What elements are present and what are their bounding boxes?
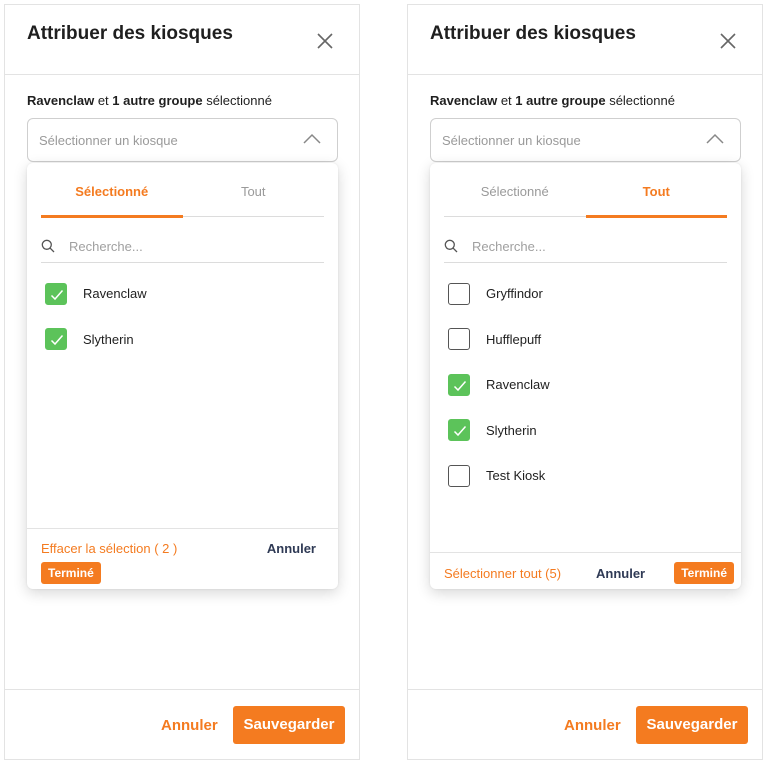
kiosk-select[interactable]: Sélectionner un kiosque [430, 118, 741, 162]
close-icon[interactable] [718, 31, 738, 51]
tab-all[interactable]: Tout [585, 179, 728, 218]
option-label: Ravenclaw [83, 286, 147, 302]
assign-kiosks-modal-all: Attribuer des kiosques Ravenclaw et 1 au… [407, 4, 763, 760]
select-placeholder: Sélectionner un kiosque [39, 133, 178, 148]
modal-title: Attribuer des kiosques [27, 23, 233, 44]
checkmark-icon [453, 380, 467, 391]
dropdown-cancel-link[interactable]: Annuler [596, 566, 645, 581]
assign-kiosks-modal-selected: Attribuer des kiosques Ravenclaw et 1 au… [4, 4, 360, 760]
summary-suffix: sélectionné [202, 93, 272, 108]
search-row [444, 229, 727, 263]
option-hufflepuff[interactable]: Hufflepuff [448, 317, 727, 363]
search-input[interactable] [69, 235, 309, 257]
header-divider [5, 74, 359, 75]
dropdown-footer-divider [430, 552, 741, 553]
chevron-up-icon [706, 133, 724, 144]
footer-divider [5, 689, 359, 690]
cancel-button[interactable]: Annuler [564, 717, 621, 734]
checkmark-icon [50, 289, 64, 300]
selection-summary: Ravenclaw et 1 autre groupe sélectionné [430, 93, 675, 108]
checkmark-icon [453, 426, 467, 437]
dropdown-footer-divider [27, 528, 338, 529]
summary-suffix: sélectionné [605, 93, 675, 108]
select-all-link[interactable]: Sélectionner tout (5) [444, 566, 561, 581]
option-label: Slytherin [83, 331, 134, 347]
option-test-kiosk[interactable]: Test Kiosk [448, 453, 727, 499]
option-slytherin[interactable]: Slytherin [45, 317, 324, 363]
search-icon [444, 239, 458, 253]
dropdown-cancel-link[interactable]: Annuler [267, 541, 316, 556]
option-slytherin[interactable]: Slytherin [448, 408, 727, 454]
save-button[interactable]: Sauvegarder [233, 706, 345, 744]
option-label: Test Kiosk [486, 468, 546, 484]
option-list: Gryffindor Hufflepuff Ravenclaw Slytheri… [448, 271, 727, 499]
checkbox-unchecked[interactable] [448, 282, 470, 305]
summary-count: 1 autre groupe [112, 93, 203, 108]
option-label: Ravenclaw [486, 377, 550, 393]
summary-group: Ravenclaw [27, 93, 95, 108]
done-button[interactable]: Terminé [41, 562, 101, 584]
search-input[interactable] [472, 235, 712, 257]
checkbox-unchecked[interactable] [448, 464, 470, 487]
tab-selected[interactable]: Sélectionné [41, 179, 183, 218]
checkbox-unchecked[interactable] [448, 328, 470, 351]
summary-connector: et [497, 93, 516, 108]
option-label: Hufflepuff [486, 331, 542, 347]
dropdown-tabs: Sélectionné Tout [444, 179, 728, 218]
tab-selected[interactable]: Sélectionné [444, 179, 586, 216]
checkbox-checked[interactable] [45, 282, 67, 305]
clear-selection-link[interactable]: Effacer la sélection ( 2 ) [41, 541, 177, 556]
dropdown-tabs: Sélectionné Tout [41, 179, 325, 218]
cancel-button[interactable]: Annuler [161, 717, 218, 734]
save-button[interactable]: Sauvegarder [636, 706, 748, 744]
checkbox-checked[interactable] [448, 373, 470, 396]
footer-divider [408, 689, 762, 690]
selection-summary: Ravenclaw et 1 autre groupe sélectionné [27, 93, 272, 108]
kiosk-dropdown: Sélectionné Tout Gryffindor Hufflepuff [430, 163, 741, 589]
checkbox-checked[interactable] [45, 328, 67, 351]
kiosk-dropdown: Sélectionné Tout Ravenclaw Slytherin [27, 163, 338, 589]
checkmark-icon [50, 335, 64, 346]
option-ravenclaw[interactable]: Ravenclaw [45, 271, 324, 317]
search-icon [41, 239, 55, 253]
option-list: Ravenclaw Slytherin [45, 271, 324, 362]
search-row [41, 229, 324, 263]
option-label: Slytherin [486, 422, 537, 438]
summary-count: 1 autre groupe [515, 93, 606, 108]
option-ravenclaw[interactable]: Ravenclaw [448, 362, 727, 408]
summary-connector: et [94, 93, 113, 108]
close-icon[interactable] [315, 31, 335, 51]
tab-all[interactable]: Tout [183, 179, 325, 216]
chevron-up-icon [303, 133, 321, 144]
option-gryffindor[interactable]: Gryffindor [448, 271, 727, 317]
option-label: Gryffindor [486, 286, 543, 302]
summary-group: Ravenclaw [430, 93, 498, 108]
checkbox-checked[interactable] [448, 419, 470, 442]
modal-title: Attribuer des kiosques [430, 23, 636, 44]
kiosk-select[interactable]: Sélectionner un kiosque [27, 118, 338, 162]
header-divider [408, 74, 762, 75]
done-button[interactable]: Terminé [674, 562, 734, 584]
select-placeholder: Sélectionner un kiosque [442, 133, 581, 148]
